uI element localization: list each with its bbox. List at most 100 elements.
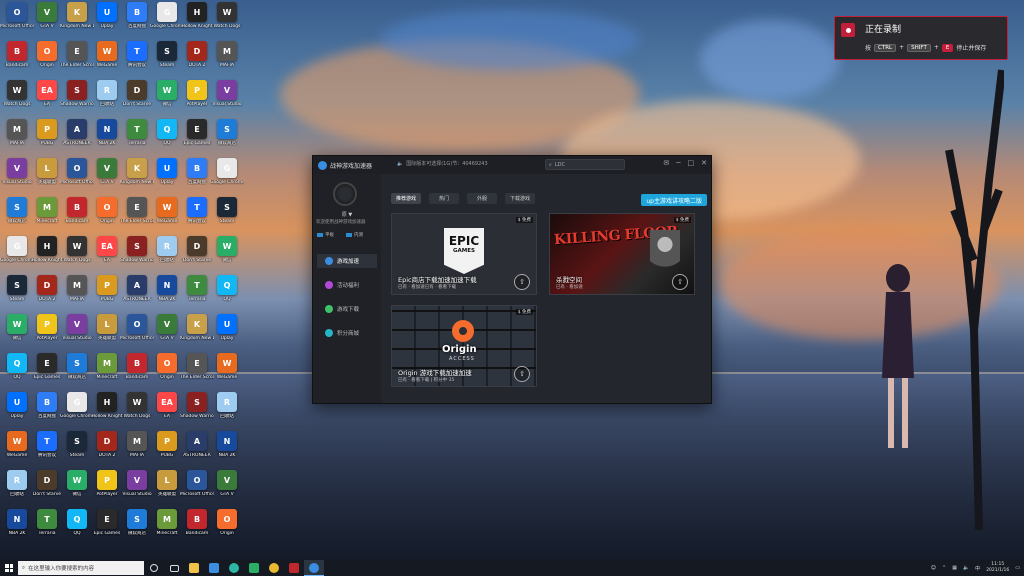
desktop-icon[interactable]: V Visual Studio: [2, 158, 32, 196]
volume-icon[interactable]: 🔈: [963, 565, 969, 571]
desktop-icon[interactable]: H Hollow Knight: [91, 392, 123, 430]
desktop-icon[interactable]: A ASTRONEER: [122, 275, 152, 313]
sidebar-nav-item[interactable]: 游戏加速: [317, 254, 377, 268]
edge-icon[interactable]: [224, 560, 244, 576]
bandicam-icon[interactable]: [284, 560, 304, 576]
desktop-icon[interactable]: S Steam: [2, 275, 32, 313]
desktop-icon[interactable]: B 百度网盘: [32, 392, 62, 430]
desktop-icon[interactable]: O Origin: [212, 509, 242, 547]
desktop-icon[interactable]: S 微软商店: [212, 119, 242, 157]
category-tab[interactable]: 下载游戏: [505, 193, 535, 204]
desktop-icon[interactable]: Q QQ: [2, 353, 32, 391]
desktop-icon[interactable]: A ASTRONEER: [182, 431, 212, 469]
category-tab[interactable]: 热门: [429, 193, 459, 204]
desktop-icon[interactable]: S Shadow Warrior: [120, 236, 154, 274]
game-card-origin[interactable]: $ 免费 Origin ACCESS Origin 游戏下载加速加速 已有 · …: [391, 305, 537, 387]
desktop-icon[interactable]: W WeGame: [212, 353, 242, 391]
start-button[interactable]: [0, 560, 18, 576]
desktop-icon[interactable]: W 微信: [152, 80, 182, 118]
desktop-icon[interactable]: L 英雄联盟: [92, 314, 122, 352]
desktop-icon[interactable]: G Google Chrome: [150, 2, 184, 40]
desktop-icon[interactable]: EA EA: [92, 236, 122, 274]
game-search-input[interactable]: ⌕ LDC: [545, 159, 625, 170]
desktop-icon[interactable]: O Origin: [152, 353, 182, 391]
accelerator-taskbar-icon[interactable]: [304, 560, 324, 576]
desktop-icon[interactable]: E Epic Games: [32, 353, 62, 391]
desktop-icon[interactable]: W WeGame: [152, 197, 182, 235]
desktop-icon[interactable]: B Bandicam: [182, 509, 212, 547]
desktop-icon[interactable]: T Terraria: [182, 275, 212, 313]
desktop-icon[interactable]: U Uplay: [92, 2, 122, 40]
desktop-icon[interactable]: P PotPlayer: [182, 80, 212, 118]
notification-icon[interactable]: ▭: [1015, 565, 1020, 571]
cortana-button[interactable]: [144, 560, 164, 576]
desktop-icon[interactable]: O Origin: [32, 41, 62, 79]
desktop-icon[interactable]: W Watch Dogs: [122, 392, 152, 430]
desktop-icon[interactable]: Q QQ: [152, 119, 182, 157]
desktop-icon[interactable]: P PUBG: [32, 119, 62, 157]
accelerate-icon[interactable]: ⇧: [514, 366, 530, 382]
desktop-icon[interactable]: L 英雄联盟: [32, 158, 62, 196]
desktop-icon[interactable]: B Bandicam: [62, 197, 92, 235]
desktop-icon[interactable]: O Microsoft Office: [120, 314, 154, 352]
desktop-icon[interactable]: S Shadow Warrior: [180, 392, 214, 430]
desktop-icon[interactable]: O Origin: [92, 197, 122, 235]
promo-banner[interactable]: up主游戏讲攻略二版: [641, 194, 707, 206]
desktop-icon[interactable]: N NBA 2K: [92, 119, 122, 157]
desktop-icon[interactable]: W 微信: [212, 236, 242, 274]
user-avatar[interactable]: [333, 182, 357, 206]
desktop-icon[interactable]: Q QQ: [212, 275, 242, 313]
taskbar-clock[interactable]: 11:15 2021/1/16: [986, 562, 1009, 574]
desktop-icon[interactable]: R 回收站: [92, 80, 122, 118]
desktop-icon[interactable]: V GTA V: [32, 2, 62, 40]
desktop-icon[interactable]: W 微信: [2, 314, 32, 352]
desktop-icon[interactable]: D DOTA 2: [32, 275, 62, 313]
taskbar-search-input[interactable]: ⌕ 在这里输入你要搜索的内容: [18, 561, 144, 575]
desktop-icon[interactable]: E The Elder Scrolls: [60, 41, 94, 79]
network-icon[interactable]: ▦: [952, 565, 957, 571]
desktop-icon[interactable]: T Terraria: [32, 509, 62, 547]
chrome-icon[interactable]: [264, 560, 284, 576]
desktop-icon[interactable]: U Uplay: [152, 158, 182, 196]
minimize-button[interactable]: ─: [676, 159, 680, 167]
desktop-icon[interactable]: B Bandicam: [122, 353, 152, 391]
desktop-icon[interactable]: M Minecraft: [92, 353, 122, 391]
desktop-icon[interactable]: W 微信: [62, 470, 92, 508]
desktop-icon[interactable]: E Epic Games: [182, 119, 212, 157]
task-view-button[interactable]: [164, 560, 184, 576]
file-explorer-icon[interactable]: [184, 560, 204, 576]
sidebar-nav-item[interactable]: 游戏下载: [317, 302, 377, 316]
close-button[interactable]: ✕: [701, 159, 707, 167]
desktop-icon[interactable]: M MAFIA: [2, 119, 32, 157]
mail-icon[interactable]: ✉: [663, 159, 669, 167]
category-tab[interactable]: 外服: [467, 193, 497, 204]
sidebar-nav-item[interactable]: 积分商城: [317, 326, 377, 340]
desktop-icon[interactable]: E The Elder Scrolls: [120, 197, 154, 235]
category-tab[interactable]: 推荐游戏: [391, 193, 421, 204]
desktop-icon[interactable]: N NBA 2K: [212, 431, 242, 469]
desktop-icon[interactable]: M MAFIA: [212, 41, 242, 79]
desktop-icon[interactable]: D Don't Starve: [32, 470, 62, 508]
people-icon[interactable]: ☺: [931, 565, 936, 571]
accelerate-icon[interactable]: ⇧: [672, 274, 688, 290]
desktop-icon[interactable]: S 微软商店: [2, 197, 32, 235]
desktop-icon[interactable]: E The Elder Scrolls: [180, 353, 214, 391]
desktop-icon[interactable]: W Watch Dogs: [2, 80, 32, 118]
desktop-icon[interactable]: M Minecraft: [152, 509, 182, 547]
desktop-icon[interactable]: G Google Chrome: [0, 236, 34, 274]
desktop-icon[interactable]: V Visual Studio: [212, 80, 242, 118]
desktop-icon[interactable]: M MAFIA: [122, 431, 152, 469]
desktop-icon[interactable]: W Watch Dogs: [212, 2, 242, 40]
desktop-icon[interactable]: H Hollow Knight: [31, 236, 63, 274]
game-card-killing-floor[interactable]: KILLING FLOOR $ 免费 杀戮空间 已有 · 看加速 ⇧: [549, 213, 695, 295]
desktop-icon[interactable]: U Uplay: [2, 392, 32, 430]
wechat-icon[interactable]: [244, 560, 264, 576]
desktop-icon[interactable]: D Don't Starve: [182, 236, 212, 274]
desktop-icon[interactable]: S Steam: [152, 41, 182, 79]
desktop-icon[interactable]: G Google Chrome: [60, 392, 94, 430]
desktop-icon[interactable]: W Watch Dogs: [62, 236, 92, 274]
desktop-icon[interactable]: H Hollow Knight: [181, 2, 213, 40]
desktop-icon[interactable]: N NBA 2K: [2, 509, 32, 547]
desktop-icon[interactable]: P PotPlayer: [32, 314, 62, 352]
desktop-icon[interactable]: W WeGame: [2, 431, 32, 469]
